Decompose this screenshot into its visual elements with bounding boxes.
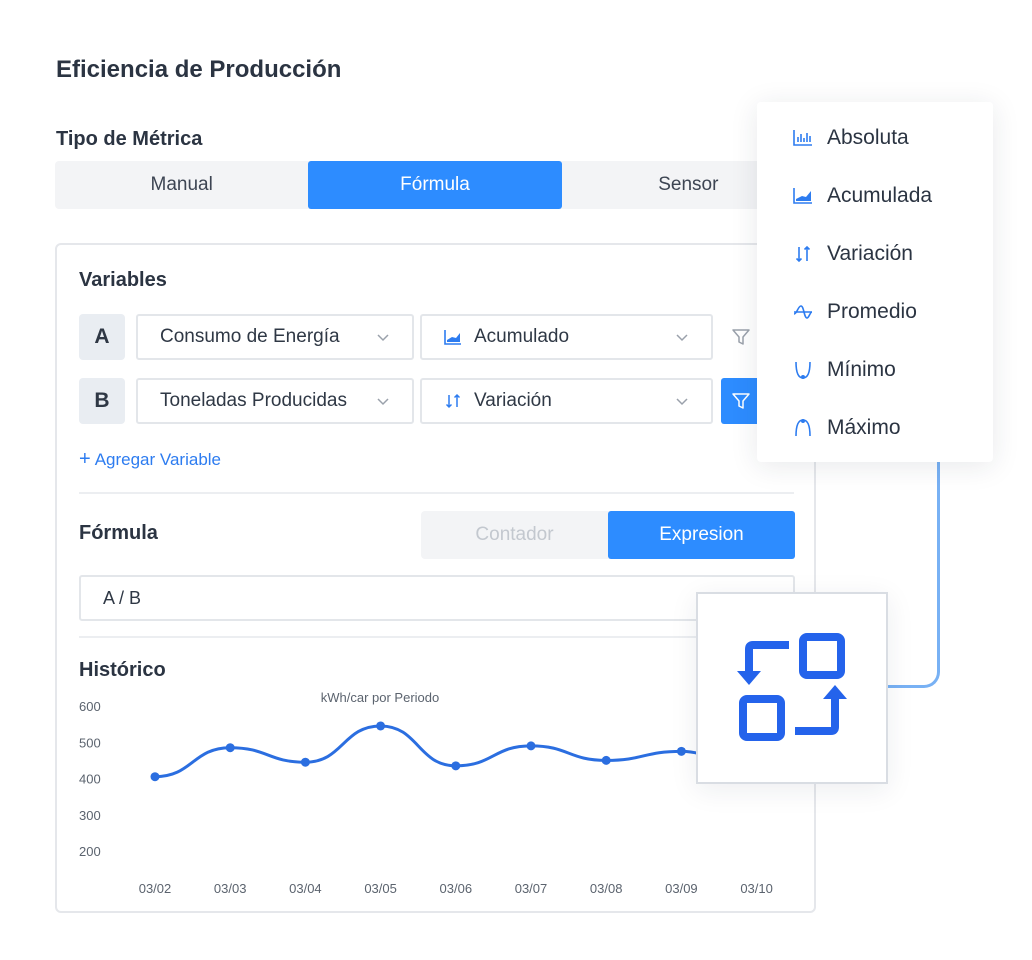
filter-icon bbox=[732, 393, 750, 409]
tab-formula[interactable]: Fórmula bbox=[308, 161, 562, 209]
chevron-down-icon bbox=[377, 398, 389, 406]
data-point bbox=[376, 721, 386, 731]
transform-card bbox=[696, 592, 888, 784]
formula-mode-toggle: Contador Expresion bbox=[421, 511, 795, 559]
metric-type-tabs: Manual Fórmula Sensor bbox=[55, 161, 815, 209]
aggregation-dropdown: Absoluta Acumulada Variación Promedio Mí… bbox=[757, 102, 993, 462]
add-variable-label: Agregar Variable bbox=[94, 450, 222, 469]
data-point bbox=[451, 761, 461, 771]
variable-aggregation-select[interactable]: Acumulado bbox=[420, 314, 713, 360]
x-tick-label: 03/06 bbox=[440, 881, 473, 896]
variable-letter: B bbox=[79, 378, 125, 424]
x-tick-label: 03/04 bbox=[289, 881, 322, 896]
data-point bbox=[526, 741, 536, 751]
variable-aggregation-select[interactable]: Variación bbox=[420, 378, 713, 424]
mode-expresion[interactable]: Expresion bbox=[608, 511, 795, 559]
up-down-arrows-icon bbox=[793, 244, 813, 264]
chart-title: kWh/car por Periodo bbox=[321, 690, 440, 705]
menu-item-variacion[interactable]: Variación bbox=[793, 239, 913, 269]
area-chart-icon bbox=[444, 329, 462, 345]
divider bbox=[79, 636, 794, 638]
menu-item-label: Promedio bbox=[827, 300, 917, 323]
x-tick-label: 03/07 bbox=[515, 881, 548, 896]
variable-aggregation-value: Variación bbox=[474, 390, 552, 411]
max-curve-icon bbox=[793, 418, 813, 438]
mode-contador[interactable]: Contador bbox=[421, 511, 608, 559]
variable-row: A Consumo de Energía Acumulado bbox=[79, 314, 779, 360]
y-tick-label: 200 bbox=[79, 844, 101, 859]
x-tick-label: 03/09 bbox=[665, 881, 698, 896]
data-point bbox=[676, 746, 686, 756]
bar-chart-icon bbox=[793, 128, 813, 148]
metric-type-label: Tipo de Métrica bbox=[56, 128, 203, 150]
formula-heading: Fórmula bbox=[79, 522, 158, 544]
connector-line bbox=[880, 460, 940, 688]
variable-aggregation-value: Acumulado bbox=[474, 326, 570, 347]
menu-item-label: Acumulada bbox=[827, 184, 933, 207]
variable-source-value: Toneladas Producidas bbox=[160, 390, 347, 411]
menu-item-label: Variación bbox=[827, 242, 913, 265]
menu-item-promedio[interactable]: Promedio bbox=[793, 297, 917, 327]
filter-button[interactable] bbox=[721, 378, 761, 424]
data-point bbox=[601, 755, 611, 765]
variable-letter: A bbox=[79, 314, 125, 360]
menu-item-label: Absoluta bbox=[827, 126, 909, 149]
data-point bbox=[300, 757, 310, 767]
variable-source-value: Consumo de Energía bbox=[160, 326, 340, 347]
chevron-down-icon bbox=[676, 334, 688, 342]
variable-source-select[interactable]: Toneladas Producidas bbox=[136, 378, 414, 424]
data-point bbox=[150, 772, 160, 782]
formula-card: Variables A Consumo de Energía Acumulado… bbox=[55, 243, 816, 913]
transform-icon bbox=[737, 633, 847, 741]
series-line bbox=[154, 724, 702, 779]
x-tick-label: 03/03 bbox=[214, 881, 247, 896]
divider bbox=[79, 492, 794, 494]
x-tick-label: 03/10 bbox=[740, 881, 773, 896]
page-title: Eficiencia de Producción bbox=[56, 56, 342, 83]
chevron-down-icon bbox=[377, 334, 389, 342]
formula-expression-value: A / B bbox=[103, 587, 142, 608]
x-tick-label: 03/08 bbox=[590, 881, 623, 896]
wave-icon bbox=[793, 302, 813, 322]
menu-item-minimo[interactable]: Mínimo bbox=[793, 355, 896, 385]
up-down-arrows-icon bbox=[444, 393, 462, 409]
data-point bbox=[225, 743, 235, 753]
x-tick-label: 03/05 bbox=[364, 881, 397, 896]
add-variable-link[interactable]: + Agregar Variable bbox=[79, 448, 221, 471]
tab-manual[interactable]: Manual bbox=[55, 161, 308, 209]
plus-icon: + bbox=[79, 448, 91, 470]
x-tick-label: 03/02 bbox=[139, 881, 172, 896]
area-chart-icon bbox=[793, 186, 813, 206]
menu-item-maximo[interactable]: Máximo bbox=[793, 413, 901, 443]
formula-expression-input[interactable]: A / B bbox=[79, 575, 795, 621]
menu-item-label: Máximo bbox=[827, 416, 901, 439]
variables-heading: Variables bbox=[79, 269, 167, 291]
filter-icon bbox=[732, 329, 750, 345]
menu-item-acumulada[interactable]: Acumulada bbox=[793, 181, 932, 211]
min-curve-icon bbox=[793, 360, 813, 380]
filter-button[interactable] bbox=[721, 314, 761, 360]
variable-source-select[interactable]: Consumo de Energía bbox=[136, 314, 414, 360]
y-tick-label: 300 bbox=[79, 808, 101, 823]
variable-row: B Toneladas Producidas Variación bbox=[79, 378, 779, 424]
menu-item-absoluta[interactable]: Absoluta bbox=[793, 123, 909, 153]
history-heading: Histórico bbox=[79, 659, 166, 681]
y-tick-label: 600 bbox=[79, 699, 101, 714]
menu-item-label: Mínimo bbox=[827, 358, 896, 381]
y-tick-label: 500 bbox=[79, 735, 101, 750]
chevron-down-icon bbox=[676, 398, 688, 406]
y-tick-label: 400 bbox=[79, 772, 101, 787]
